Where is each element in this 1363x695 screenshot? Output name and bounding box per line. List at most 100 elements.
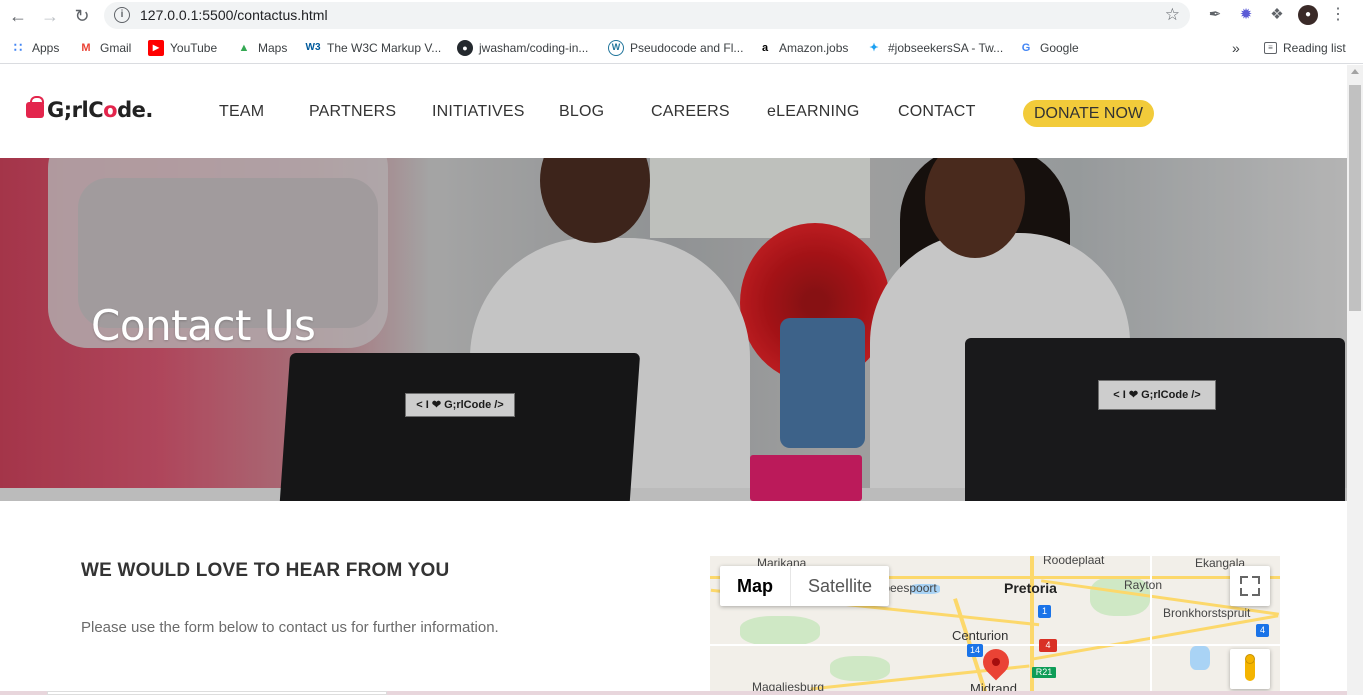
map-fullscreen-button[interactable]	[1230, 566, 1270, 606]
nav-blog[interactable]: BLOG	[559, 103, 604, 121]
reading-list-icon: ≡	[1264, 42, 1277, 54]
bookmark-label: Gmail	[100, 41, 132, 55]
map-type-map-button[interactable]: Map	[720, 566, 790, 606]
map-green-area	[740, 616, 820, 646]
youtube-icon: ▶	[148, 40, 164, 56]
route-shield-n4b: 4	[1039, 639, 1057, 652]
bookmark-apps[interactable]: ∷ Apps	[10, 39, 60, 57]
bookmark-label: Apps	[32, 41, 60, 55]
bookmark-star-icon[interactable]: ☆	[1165, 5, 1180, 25]
bookmark-w3c[interactable]: W3 The W3C Markup V...	[305, 39, 442, 57]
logo-text: de.	[117, 98, 153, 122]
pegman-head	[1245, 654, 1255, 664]
url-text[interactable]: 127.0.0.1:5500/contactus.html	[140, 7, 328, 23]
bookmark-amazon[interactable]: a Amazon.jobs	[757, 39, 848, 57]
form-field-edge	[47, 691, 387, 695]
bookmark-github[interactable]: ● jwasham/coding-in...	[457, 39, 588, 57]
nav-careers[interactable]: CAREERS	[651, 103, 730, 121]
donate-now-button[interactable]: DONATE NOW	[1023, 100, 1154, 127]
bookmark-twitter[interactable]: ✦ #jobseekersSA - Tw...	[866, 39, 1003, 57]
fullscreen-corner-icon	[1252, 576, 1260, 584]
page-scrollbar[interactable]	[1347, 65, 1363, 695]
page-title: Contact Us	[91, 301, 316, 350]
scrollbar-thumb[interactable]	[1349, 85, 1361, 311]
bookmark-label: Google	[1040, 41, 1079, 55]
map-label-roodeplaat: Roodeplaat	[1043, 556, 1105, 567]
bookmark-gmail[interactable]: M Gmail	[78, 39, 131, 57]
github-icon: ●	[457, 40, 473, 56]
nav-elearning[interactable]: eLEARNING	[767, 103, 860, 121]
wordpress-icon: W	[608, 40, 624, 56]
profile-avatar[interactable]: ●	[1298, 5, 1318, 25]
amazon-icon: a	[761, 42, 769, 54]
twitter-icon: ✦	[869, 42, 879, 54]
route-shield-r21: R21	[1032, 667, 1056, 678]
bookmarks-bar: ∷ Apps M Gmail ▶ YouTube ▲ Maps W3 The W…	[0, 32, 1363, 64]
google-icon: G	[1021, 42, 1031, 54]
map-label-pretoria: Pretoria	[1004, 580, 1057, 596]
bookmark-maps[interactable]: ▲ Maps	[236, 39, 288, 57]
bookmark-label: Amazon.jobs	[779, 41, 849, 55]
hero-banner: < I ❤ G;rlCode /> < I ❤ G;rlCode /> Cont…	[0, 158, 1347, 501]
map-type-toggle: Map Satellite	[720, 566, 890, 606]
w3c-icon: W3	[305, 42, 321, 53]
back-arrow-icon[interactable]: ←	[6, 4, 30, 28]
map-water	[1190, 646, 1210, 670]
bookmark-label: Maps	[258, 41, 288, 55]
nav-team[interactable]: TEAM	[219, 103, 264, 121]
browser-menu-icon[interactable]: ⋮	[1328, 5, 1348, 25]
page-viewport: G ;rlC o de. TEAM PARTNERS INITIATIVES BLOG…	[0, 65, 1347, 695]
fullscreen-corner-icon	[1240, 588, 1248, 596]
map-street-view-pegman-icon[interactable]	[1230, 649, 1270, 689]
logo-bag-icon	[26, 96, 44, 118]
bookmarks-overflow-button[interactable]: »	[1232, 39, 1240, 57]
map-label-bronkhorstspruit: Bronkhorstspruit	[1163, 606, 1251, 620]
form-section-top-edge	[0, 691, 1347, 695]
extensions-puzzle-icon[interactable]: ❖	[1267, 5, 1287, 25]
contact-subtext: Please use the form below to contact us …	[81, 619, 499, 636]
route-shield-n4: 4	[1256, 624, 1269, 637]
bookmark-label: jwasham/coding-in...	[479, 41, 589, 55]
browser-toolbar: ← → ↻ i 127.0.0.1:5500/contactus.html ☆ …	[0, 0, 1363, 32]
bookmark-label: #jobseekersSA - Tw...	[888, 41, 1004, 55]
route-shield-n1: 1	[1038, 605, 1051, 618]
bookmark-label: YouTube	[170, 41, 218, 55]
logo-text: ;rlC	[63, 98, 104, 122]
map-label-centurion: Centurion	[952, 628, 1009, 643]
nav-contact[interactable]: CONTACT	[898, 103, 976, 121]
logo-text-accent: o	[103, 98, 118, 122]
reading-list-button[interactable]: ≡ Reading list	[1264, 39, 1346, 57]
nav-partners[interactable]: PARTNERS	[309, 103, 396, 121]
reload-icon[interactable]: ↻	[70, 4, 94, 28]
forward-arrow-icon[interactable]: →	[38, 4, 62, 28]
site-info-icon[interactable]: i	[114, 7, 130, 23]
fullscreen-corner-icon	[1252, 588, 1260, 596]
nav-initiatives[interactable]: INITIATIVES	[432, 103, 525, 121]
eyedropper-extension-icon[interactable]: ✒	[1205, 5, 1225, 25]
scroll-up-arrow-icon[interactable]	[1351, 69, 1359, 74]
map-minor-road	[710, 644, 1280, 646]
map-label-rayton: Rayton	[1124, 578, 1163, 592]
gear-extension-icon[interactable]: ✹	[1236, 5, 1256, 25]
address-bar[interactable]: i 127.0.0.1:5500/contactus.html ☆	[104, 2, 1190, 29]
map-location-pin-icon[interactable]	[977, 643, 1015, 681]
bookmark-pseudocode[interactable]: W Pseudocode and Fl...	[608, 39, 743, 57]
maps-icon: ▲	[238, 42, 250, 54]
map-type-satellite-button[interactable]: Satellite	[791, 566, 889, 606]
bookmark-label: The W3C Markup V...	[327, 41, 442, 55]
contact-section: WE WOULD LOVE TO HEAR FROM YOU Please us…	[0, 501, 1347, 695]
reading-list-label: Reading list	[1283, 41, 1346, 55]
route-shield-n14: 14	[967, 644, 983, 657]
fullscreen-corner-icon	[1240, 576, 1248, 584]
contact-heading: WE WOULD LOVE TO HEAR FROM YOU	[81, 560, 450, 581]
bookmark-youtube[interactable]: ▶ YouTube	[148, 39, 217, 57]
map-green-area	[830, 656, 890, 681]
girlcode-logo[interactable]: G ;rlC o de.	[26, 96, 153, 122]
logo-text: G	[47, 98, 64, 122]
gmail-icon: M	[81, 42, 91, 54]
apps-grid-icon: ∷	[13, 40, 23, 55]
google-map[interactable]: Marikana Roodeplaat Ekangala rtbeespoort…	[710, 556, 1280, 695]
site-header: G ;rlC o de. TEAM PARTNERS INITIATIVES BLOG…	[0, 65, 1347, 158]
bookmark-google[interactable]: G Google	[1018, 39, 1079, 57]
map-minor-road	[1150, 556, 1152, 695]
